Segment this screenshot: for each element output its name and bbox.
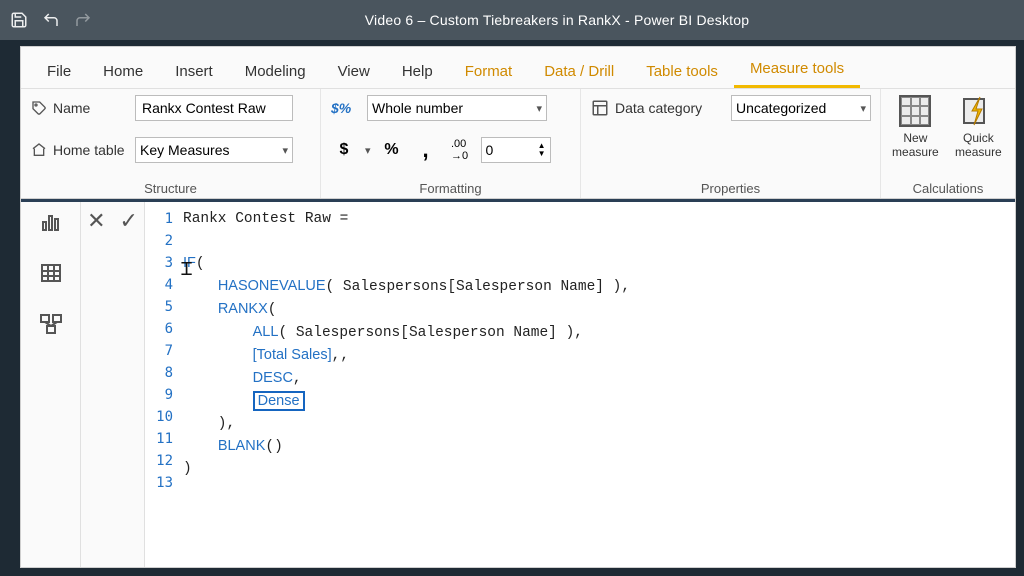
ribbon-group-properties: Data category Uncategorized▾ Properties: [581, 89, 881, 198]
tab-data-drill[interactable]: Data / Drill: [528, 53, 630, 88]
chevron-down-icon: ▾: [282, 144, 288, 157]
line-number-gutter: 12345678910111213: [145, 202, 179, 567]
ribbon-group-calculations: New measure Quick measure Calculations: [881, 89, 1015, 198]
quick-measure-button[interactable]: Quick measure: [952, 95, 1005, 159]
data-category-label: Data category: [591, 99, 723, 117]
currency-format-button[interactable]: $: [331, 137, 357, 163]
tab-view[interactable]: View: [322, 53, 386, 88]
report-view-icon[interactable]: [39, 210, 63, 239]
commit-formula-icon[interactable]: ✓: [116, 206, 142, 236]
tab-home[interactable]: Home: [87, 53, 159, 88]
quick-access-toolbar: [6, 7, 96, 33]
decimals-input[interactable]: 0 ▲▼: [481, 137, 551, 163]
tab-insert[interactable]: Insert: [159, 53, 229, 88]
ribbon-group-formatting: $% Whole number▾ $ ▾ % , .00→0: [321, 89, 581, 198]
name-label: Name: [31, 100, 127, 116]
chevron-down-icon: ▾: [860, 102, 866, 115]
window-title: Video 6 – Custom Tiebreakers in RankX - …: [96, 12, 1018, 28]
stepper-icons[interactable]: ▲▼: [538, 142, 546, 158]
data-category-select[interactable]: Uncategorized▾: [731, 95, 871, 121]
data-view-icon[interactable]: [39, 261, 63, 290]
chevron-down-icon: ▾: [536, 102, 542, 115]
workspace: ✕ ✓ 12345678910111213 Rankx Contest Raw …: [21, 199, 1015, 567]
ribbon: Name Home table Key Measures▾: [21, 89, 1015, 199]
tab-file[interactable]: File: [31, 53, 87, 88]
thousands-separator-button[interactable]: ,: [413, 137, 439, 163]
group-label-calculations: Calculations: [891, 181, 1005, 196]
tab-modeling[interactable]: Modeling: [229, 53, 322, 88]
model-view-icon[interactable]: [39, 312, 63, 341]
format-icon: $%: [331, 100, 359, 116]
formula-bar-actions: ✕ ✓: [81, 202, 145, 567]
cancel-formula-icon[interactable]: ✕: [83, 206, 109, 236]
ribbon-group-structure: Name Home table Key Measures▾: [21, 89, 321, 198]
format-select[interactable]: Whole number▾: [367, 95, 547, 121]
ribbon-tabs: File Home Insert Modeling View Help Form…: [21, 47, 1015, 89]
formula-editor[interactable]: 12345678910111213 Rankx Contest Raw = IF…: [145, 202, 1015, 567]
dax-code[interactable]: Rankx Contest Raw = IF( HASONEVALUE( Sal…: [179, 202, 1015, 567]
tab-measure-tools[interactable]: Measure tools: [734, 50, 860, 88]
save-icon[interactable]: [6, 7, 32, 33]
calculator-icon: [899, 95, 931, 127]
group-label-properties: Properties: [591, 181, 870, 196]
home-table-select[interactable]: Key Measures▾: [135, 137, 293, 163]
quick-measure-icon: [962, 95, 994, 127]
home-table-label: Home table: [31, 142, 127, 158]
tab-format[interactable]: Format: [449, 53, 529, 88]
group-label-formatting: Formatting: [331, 181, 570, 196]
group-label-structure: Structure: [31, 181, 310, 196]
undo-icon[interactable]: [38, 7, 64, 33]
percent-format-button[interactable]: %: [379, 137, 405, 163]
redo-icon[interactable]: [70, 7, 96, 33]
tab-table-tools[interactable]: Table tools: [630, 53, 734, 88]
decimal-places-button[interactable]: .00→0: [447, 137, 473, 163]
new-measure-button[interactable]: New measure: [891, 95, 940, 159]
measure-name-input[interactable]: [135, 95, 293, 121]
chevron-down-icon[interactable]: ▾: [365, 144, 371, 157]
tab-help[interactable]: Help: [386, 53, 449, 88]
titlebar: Video 6 – Custom Tiebreakers in RankX - …: [0, 0, 1024, 40]
view-switcher: [21, 202, 81, 567]
